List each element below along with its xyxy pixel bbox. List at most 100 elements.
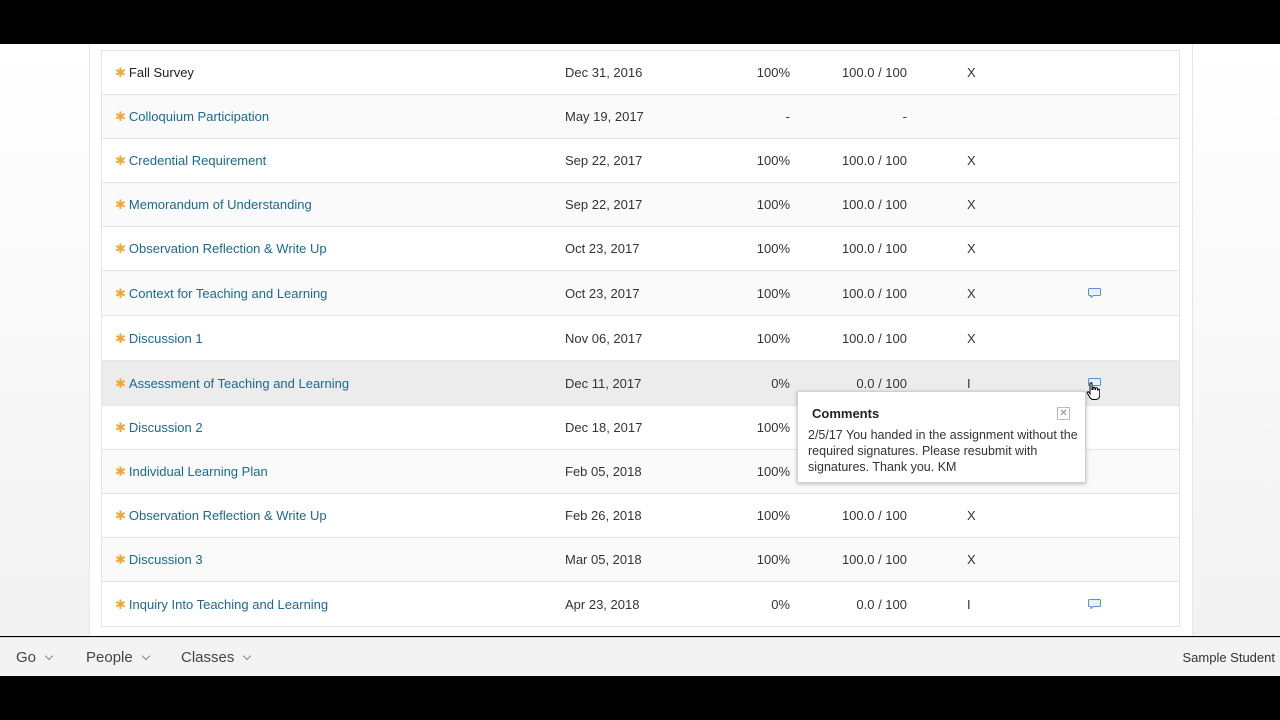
assignment-name-cell: ✱ Discussion 2 xyxy=(115,406,203,449)
status-flag-cell: X xyxy=(967,508,976,523)
assignment-name-cell: ✱ Memorandum of Understanding xyxy=(115,183,312,226)
table-row: ✱ Context for Teaching and Learning Oct 23… xyxy=(102,271,1179,316)
asterisk-icon: ✱ xyxy=(115,153,126,168)
status-flag-cell: X xyxy=(967,153,976,168)
classes-menu-label: Classes xyxy=(181,649,235,666)
percent-cell: 100% xyxy=(756,508,790,523)
asterisk-icon: ✱ xyxy=(115,420,126,435)
people-menu-label: People xyxy=(86,649,133,666)
asterisk-icon: ✱ xyxy=(115,65,126,80)
assignment-name: Fall Survey xyxy=(128,65,194,80)
assignment-name-cell: ✱ Inquiry Into Teaching and Learning xyxy=(115,582,328,626)
percent-cell: 100% xyxy=(756,420,790,435)
comment-bubble-icon[interactable] xyxy=(1088,288,1101,298)
assignment-link[interactable]: Context for Teaching and Learning xyxy=(129,286,328,301)
asterisk-icon: ✱ xyxy=(115,596,126,612)
status-flag-cell: I xyxy=(967,596,971,612)
percent-cell: 100% xyxy=(756,153,790,168)
table-row: ✱ Observation Reflection & Write Up Oct 23… xyxy=(102,227,1179,271)
due-date-cell: Mar 05, 2018 xyxy=(565,552,642,567)
score-cell: 100.0 / 100 xyxy=(841,65,907,80)
due-date-cell: Apr 23, 2018 xyxy=(565,596,640,612)
bottom-navigation-bar: Go People Classes Sample Student xyxy=(0,637,1280,676)
assignment-link[interactable]: Credential Requirement xyxy=(129,153,266,168)
assignment-link[interactable]: Observation Reflection & Write Up xyxy=(129,508,327,523)
chevron-down-icon xyxy=(44,651,54,661)
go-menu-label: Go xyxy=(16,649,37,666)
asterisk-icon: ✱ xyxy=(115,552,126,567)
score-cell: 100.0 / 100 xyxy=(841,330,907,346)
due-date-cell: Sep 22, 2017 xyxy=(565,153,643,168)
percent-cell: 100% xyxy=(756,285,790,301)
percent-cell: 100% xyxy=(756,330,790,346)
status-flag-cell: X xyxy=(967,197,976,212)
status-flag-cell: X xyxy=(967,285,976,301)
table-row: ✱ Colloquium Participation May 19, 2017 - - xyxy=(102,95,1179,139)
percent-cell: 100% xyxy=(756,464,790,479)
asterisk-icon: ✱ xyxy=(115,197,126,212)
due-date-cell: Nov 06, 2017 xyxy=(565,330,643,346)
score-cell: 100.0 / 100 xyxy=(841,552,907,567)
status-flag-cell: X xyxy=(967,330,976,346)
status-flag-cell: X xyxy=(967,552,976,567)
people-menu[interactable]: People xyxy=(86,638,150,677)
assignment-name-cell: ✱ Assessment of Teaching and Learning xyxy=(115,361,349,405)
asterisk-icon: ✱ xyxy=(115,285,126,301)
percent-cell: 100% xyxy=(756,241,790,256)
asterisk-icon: ✱ xyxy=(115,464,126,479)
hand-cursor-icon xyxy=(1086,382,1100,400)
percent-cell: 100% xyxy=(756,552,790,567)
asterisk-icon: ✱ xyxy=(115,375,126,391)
assignment-link[interactable]: Discussion 3 xyxy=(129,552,203,567)
table-row: ✱ Memorandum of Understanding Sep 22, 2017… xyxy=(102,183,1179,227)
asterisk-icon: ✱ xyxy=(115,330,126,346)
assignment-link[interactable]: Observation Reflection & Write Up xyxy=(129,241,327,256)
assignment-name-cell: ✱ Context for Teaching and Learning xyxy=(115,271,327,315)
table-row: ✱ Discussion 3 Mar 05, 2018 100% 100.0 / 100… xyxy=(102,538,1179,582)
assignment-link[interactable]: Discussion 1 xyxy=(129,331,203,346)
asterisk-icon: ✱ xyxy=(115,109,126,124)
asterisk-icon: ✱ xyxy=(115,508,126,523)
assignment-link[interactable]: Memorandum of Understanding xyxy=(129,197,312,212)
score-cell: 100.0 / 100 xyxy=(841,197,907,212)
chevron-down-icon xyxy=(243,651,252,661)
table-row: ✱ Fall Survey Dec 31, 2016 100% 100.0 / 100 X xyxy=(102,51,1179,95)
status-flag-cell: X xyxy=(967,241,976,256)
comment-bubble-icon[interactable] xyxy=(1088,599,1101,609)
due-date-cell: Dec 31, 2016 xyxy=(565,65,643,80)
table-row: ✱ Credential Requirement Sep 22, 2017 100% 1… xyxy=(102,139,1179,183)
user-name[interactable]: Sample Student xyxy=(1182,638,1275,677)
comments-popup-body: 2/5/17 You handed in the assignment with… xyxy=(808,428,1078,474)
assignment-name-cell: ✱ Observation Reflection & Write Up xyxy=(115,494,327,537)
asterisk-icon: ✱ xyxy=(115,241,126,256)
classes-menu[interactable]: Classes xyxy=(181,638,252,677)
due-date-cell: Feb 26, 2018 xyxy=(565,508,642,523)
go-menu[interactable]: Go xyxy=(16,638,54,677)
chevron-down-icon xyxy=(141,651,150,661)
score-cell: 0.0 / 100 xyxy=(856,596,907,612)
assignment-link[interactable]: Colloquium Participation xyxy=(129,109,269,124)
grades-table: ✱ Fall Survey Dec 31, 2016 100% 100.0 / 100 X… xyxy=(101,50,1180,627)
assignment-link[interactable]: Discussion 2 xyxy=(129,420,203,435)
due-date-cell: Feb 05, 2018 xyxy=(565,464,642,479)
comments-popup-title: Comments xyxy=(812,406,880,421)
table-row: ✱ Discussion 1 Nov 06, 2017 100% 100.0 / 100… xyxy=(102,316,1179,361)
due-date-cell: Oct 23, 2017 xyxy=(565,285,640,301)
percent-cell: - xyxy=(785,109,790,124)
assignment-name-cell: ✱ Individual Learning Plan xyxy=(115,450,268,493)
percent-cell: 0% xyxy=(771,596,790,612)
score-cell: 100.0 / 100 xyxy=(841,241,907,256)
due-date-cell: Oct 23, 2017 xyxy=(565,241,640,256)
close-icon[interactable]: ✕ xyxy=(1057,407,1070,420)
table-row: ✱ Inquiry Into Teaching and Learning Apr 2… xyxy=(102,582,1179,627)
assignment-name-cell: ✱ Fall Survey xyxy=(115,51,194,94)
comment-cell xyxy=(1088,582,1101,626)
comment-cell xyxy=(1088,271,1101,315)
score-cell: 100.0 / 100 xyxy=(841,508,907,523)
assignment-link[interactable]: Assessment of Teaching and Learning xyxy=(129,376,349,391)
due-date-cell: May 19, 2017 xyxy=(565,109,644,124)
assignment-link[interactable]: Individual Learning Plan xyxy=(129,464,268,479)
assignment-name-cell: ✱ Credential Requirement xyxy=(115,139,266,182)
table-row: ✱ Observation Reflection & Write Up Feb 26… xyxy=(102,494,1179,538)
assignment-link[interactable]: Inquiry Into Teaching and Learning xyxy=(129,597,328,612)
